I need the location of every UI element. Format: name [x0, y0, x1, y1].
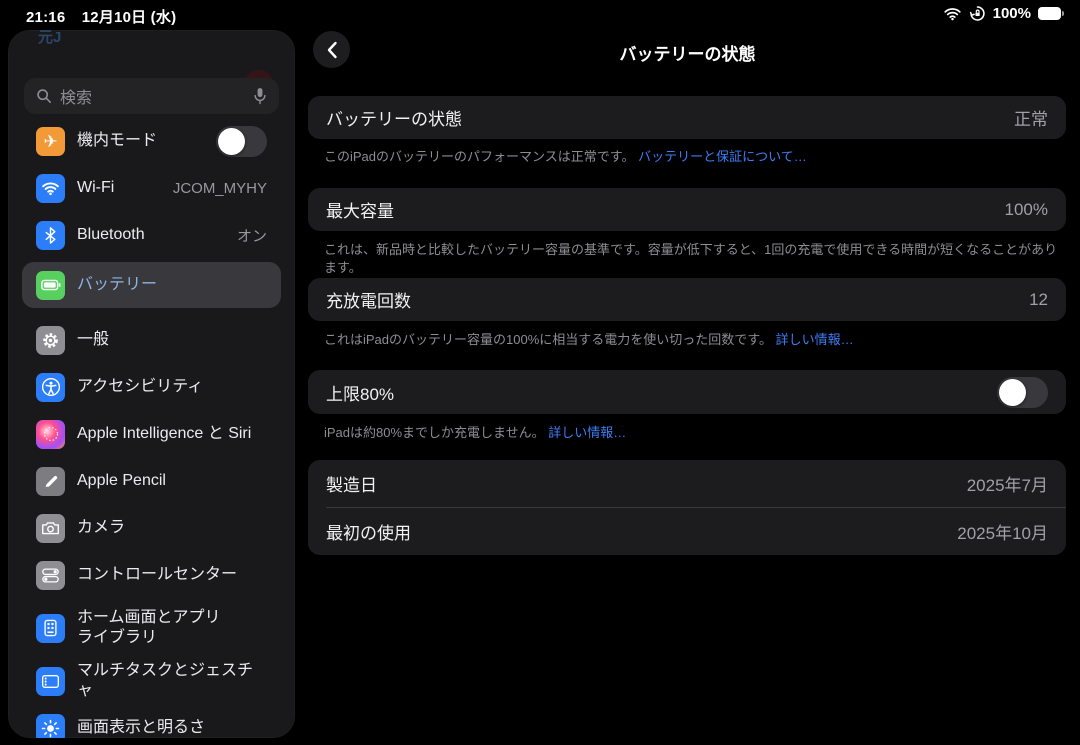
row-label: バッテリーの状態 — [326, 105, 1014, 130]
gear-icon — [36, 326, 65, 355]
sidebar-item-label: Bluetooth — [77, 225, 237, 245]
sidebar-item-battery[interactable]: バッテリー — [22, 262, 281, 308]
cycle-count-footnote: これはiPadのバッテリー容量の100%に相当する電力を使い切った回数です。 詳… — [324, 331, 1064, 349]
sidebar-item-label: Wi-Fi — [77, 178, 173, 198]
sidebar-item-general[interactable]: 一般 — [22, 320, 281, 360]
sidebar-item-bluetooth[interactable]: Bluetooth オン — [22, 215, 281, 255]
cycle-count-card: 充放電回数 12 — [308, 278, 1066, 321]
airplane-mode-toggle[interactable] — [216, 126, 267, 157]
bluetooth-icon — [36, 221, 65, 250]
battery-status-icon — [1038, 7, 1064, 20]
sidebar-item-multitasking[interactable]: マルチタスクとジェスチャ — [22, 661, 281, 701]
max-capacity-footnote: これは、新品時と比較したバッテリー容量の基準です。容量が低下すると、1回の充電で… — [324, 241, 1064, 277]
brightness-icon — [36, 714, 65, 739]
footnote-text: このiPadのバッテリーのパフォーマンスは正常です。 — [324, 149, 634, 164]
sidebar-item-label: 機内モード — [77, 131, 216, 151]
footnote-text: これは、新品時と比較したバッテリー容量の基準です。容量が低下すると、1回の充電で… — [324, 242, 1057, 275]
row-label: 最初の使用 — [326, 519, 957, 544]
sidebar-item-accessibility[interactable]: アクセシビリティ — [22, 367, 281, 407]
sidebar-item-label: バッテリー — [77, 275, 267, 295]
sidebar-item-display-brightness[interactable]: 画面表示と明るさ — [22, 708, 281, 738]
multitask-icon — [36, 667, 65, 696]
max-capacity-row: 最大容量 100% — [308, 188, 1066, 231]
dates-card: 製造日 2025年7月 最初の使用 2025年10月 — [308, 460, 1066, 555]
orientation-lock-icon — [969, 5, 986, 22]
footnote-text: これはiPadのバッテリー容量の100%に相当する電力を使い切った回数です。 — [324, 332, 772, 347]
sidebar-item-label: コントロールセンター — [77, 565, 267, 585]
scrolled-content-fragment: 元J — [38, 30, 61, 47]
row-label: 充放電回数 — [326, 287, 1029, 312]
sidebar-item-home-screen[interactable]: ホーム画面とアプリライブラリ — [22, 602, 281, 654]
status-date: 12月10日 (水) — [82, 9, 177, 26]
sidebar-item-label: 画面表示と明るさ — [77, 718, 267, 738]
home-screen-icon — [36, 614, 65, 643]
airplane-icon: ✈ — [36, 127, 65, 156]
cycle-count-row: 充放電回数 12 — [308, 278, 1066, 321]
row-value: 100% — [1005, 200, 1048, 220]
status-time: 21:16 — [26, 9, 65, 26]
page-title: バッテリーの状態 — [295, 40, 1080, 65]
wifi-icon — [36, 174, 65, 203]
search-field[interactable]: 検索 — [24, 78, 279, 114]
charge-limit-card: 上限80% — [308, 370, 1066, 414]
search-placeholder: 検索 — [60, 84, 253, 108]
charge-limit-footnote: iPadは約80%までしか充電しません。 詳しい情報… — [324, 424, 1064, 442]
sidebar-item-camera[interactable]: カメラ — [22, 508, 281, 548]
sidebar-item-apple-pencil[interactable]: Apple Pencil — [22, 461, 281, 501]
search-icon — [36, 88, 52, 104]
manufacture-date-row: 製造日 2025年7月 — [308, 460, 1066, 507]
cycle-count-learn-more-link[interactable]: 詳しい情報… — [776, 332, 854, 347]
sidebar-item-wifi[interactable]: Wi-Fi JCOM_MYHY — [22, 168, 281, 208]
sidebar-item-control-center[interactable]: コントロールセンター — [22, 555, 281, 595]
mic-icon[interactable] — [253, 87, 267, 105]
row-value: 2025年7月 — [967, 471, 1048, 496]
battery-percent-text: 100% — [993, 5, 1031, 22]
status-bar: 21:16 12月10日 (水) 100% — [0, 0, 1080, 28]
status-time-date: 21:16 12月10日 (水) — [26, 6, 176, 27]
row-label: 製造日 — [326, 471, 967, 496]
sidebar-item-apple-intelligence-siri[interactable]: Apple Intelligence と Siri — [22, 414, 281, 454]
wifi-status-icon — [943, 7, 962, 21]
apple-intelligence-icon — [36, 420, 65, 449]
sidebar-item-label: マルチタスクとジェスチャ — [77, 661, 267, 701]
sidebar-item-label: ホーム画面とアプリライブラリ — [77, 608, 267, 648]
wifi-network-value: JCOM_MYHY — [173, 180, 267, 197]
settings-sidebar: 元J 検索 ✈ 機内モード — [8, 30, 295, 738]
sidebar-item-label: アクセシビリティ — [77, 377, 267, 397]
battery-icon — [36, 271, 65, 300]
sidebar-item-label: Apple Intelligence と Siri — [77, 424, 267, 444]
camera-icon — [36, 514, 65, 543]
limit-80-toggle[interactable] — [997, 377, 1048, 408]
first-use-row: 最初の使用 2025年10月 — [308, 508, 1066, 555]
row-label: 上限80% — [326, 380, 997, 405]
battery-health-pane: バッテリーの状態 バッテリーの状態 正常 このiPadのバッテリーのパフォーマン… — [295, 28, 1080, 745]
row-label: 最大容量 — [326, 197, 1005, 222]
ipad-settings-screen: 21:16 12月10日 (水) 100% — [0, 0, 1080, 745]
footnote-text: iPadは約80%までしか充電しません。 — [324, 425, 545, 440]
charge-limit-row: 上限80% — [308, 370, 1066, 414]
sidebar-item-label: カメラ — [77, 518, 267, 538]
battery-health-footnote: このiPadのバッテリーのパフォーマンスは正常です。 バッテリーと保証について… — [324, 148, 1064, 166]
row-value: 12 — [1029, 290, 1048, 310]
max-capacity-card: 最大容量 100% — [308, 188, 1066, 231]
bluetooth-value: オン — [237, 225, 267, 246]
battery-health-card: バッテリーの状態 正常 — [308, 96, 1066, 139]
sidebar-item-label: 一般 — [77, 330, 267, 350]
sidebar-item-label: Apple Pencil — [77, 471, 267, 491]
sidebar-item-airplane-mode[interactable]: ✈ 機内モード — [22, 121, 281, 161]
row-value: 正常 — [1014, 105, 1048, 130]
control-center-icon — [36, 561, 65, 590]
accessibility-icon — [36, 373, 65, 402]
battery-health-row: バッテリーの状態 正常 — [308, 96, 1066, 139]
row-value: 2025年10月 — [957, 519, 1048, 544]
pencil-icon — [36, 467, 65, 496]
charge-limit-learn-more-link[interactable]: 詳しい情報… — [548, 425, 626, 440]
battery-warranty-link[interactable]: バッテリーと保証について… — [638, 149, 807, 164]
